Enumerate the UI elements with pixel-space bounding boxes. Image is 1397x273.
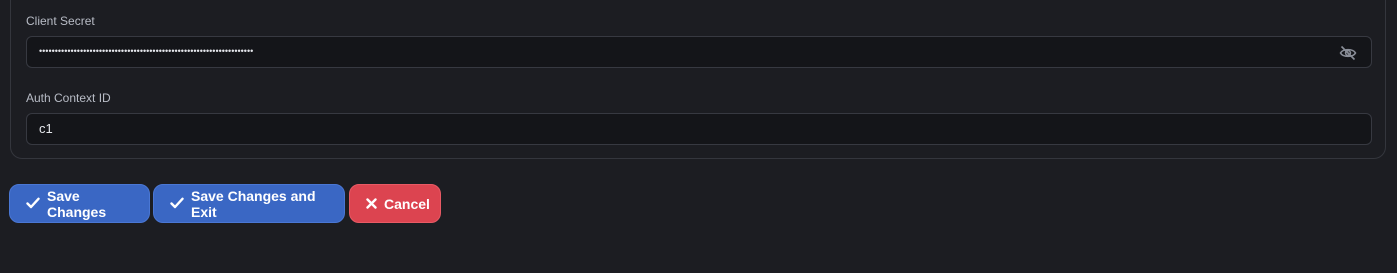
check-icon xyxy=(26,196,40,212)
save-and-exit-button[interactable]: Save Changes and Exit xyxy=(153,184,345,223)
client-secret-value: ••••••••••••••••••••••••••••••••••••••••… xyxy=(39,46,254,56)
auth-context-id-input[interactable]: c1 xyxy=(26,113,1372,145)
save-button[interactable]: Save Changes xyxy=(9,184,150,223)
auth-context-id-label: Auth Context ID xyxy=(26,91,111,105)
client-secret-label: Client Secret xyxy=(26,14,95,28)
save-and-exit-button-label: Save Changes and Exit xyxy=(191,187,316,220)
client-secret-input[interactable]: ••••••••••••••••••••••••••••••••••••••••… xyxy=(26,36,1372,68)
save-button-label: Save Changes xyxy=(47,187,107,220)
eye-slash-icon[interactable] xyxy=(1339,45,1357,61)
cancel-button-label: Cancel xyxy=(384,195,430,212)
cancel-button[interactable]: Cancel xyxy=(349,184,441,223)
x-icon xyxy=(366,196,377,212)
auth-context-id-value: c1 xyxy=(39,121,53,136)
check-icon xyxy=(170,196,184,212)
